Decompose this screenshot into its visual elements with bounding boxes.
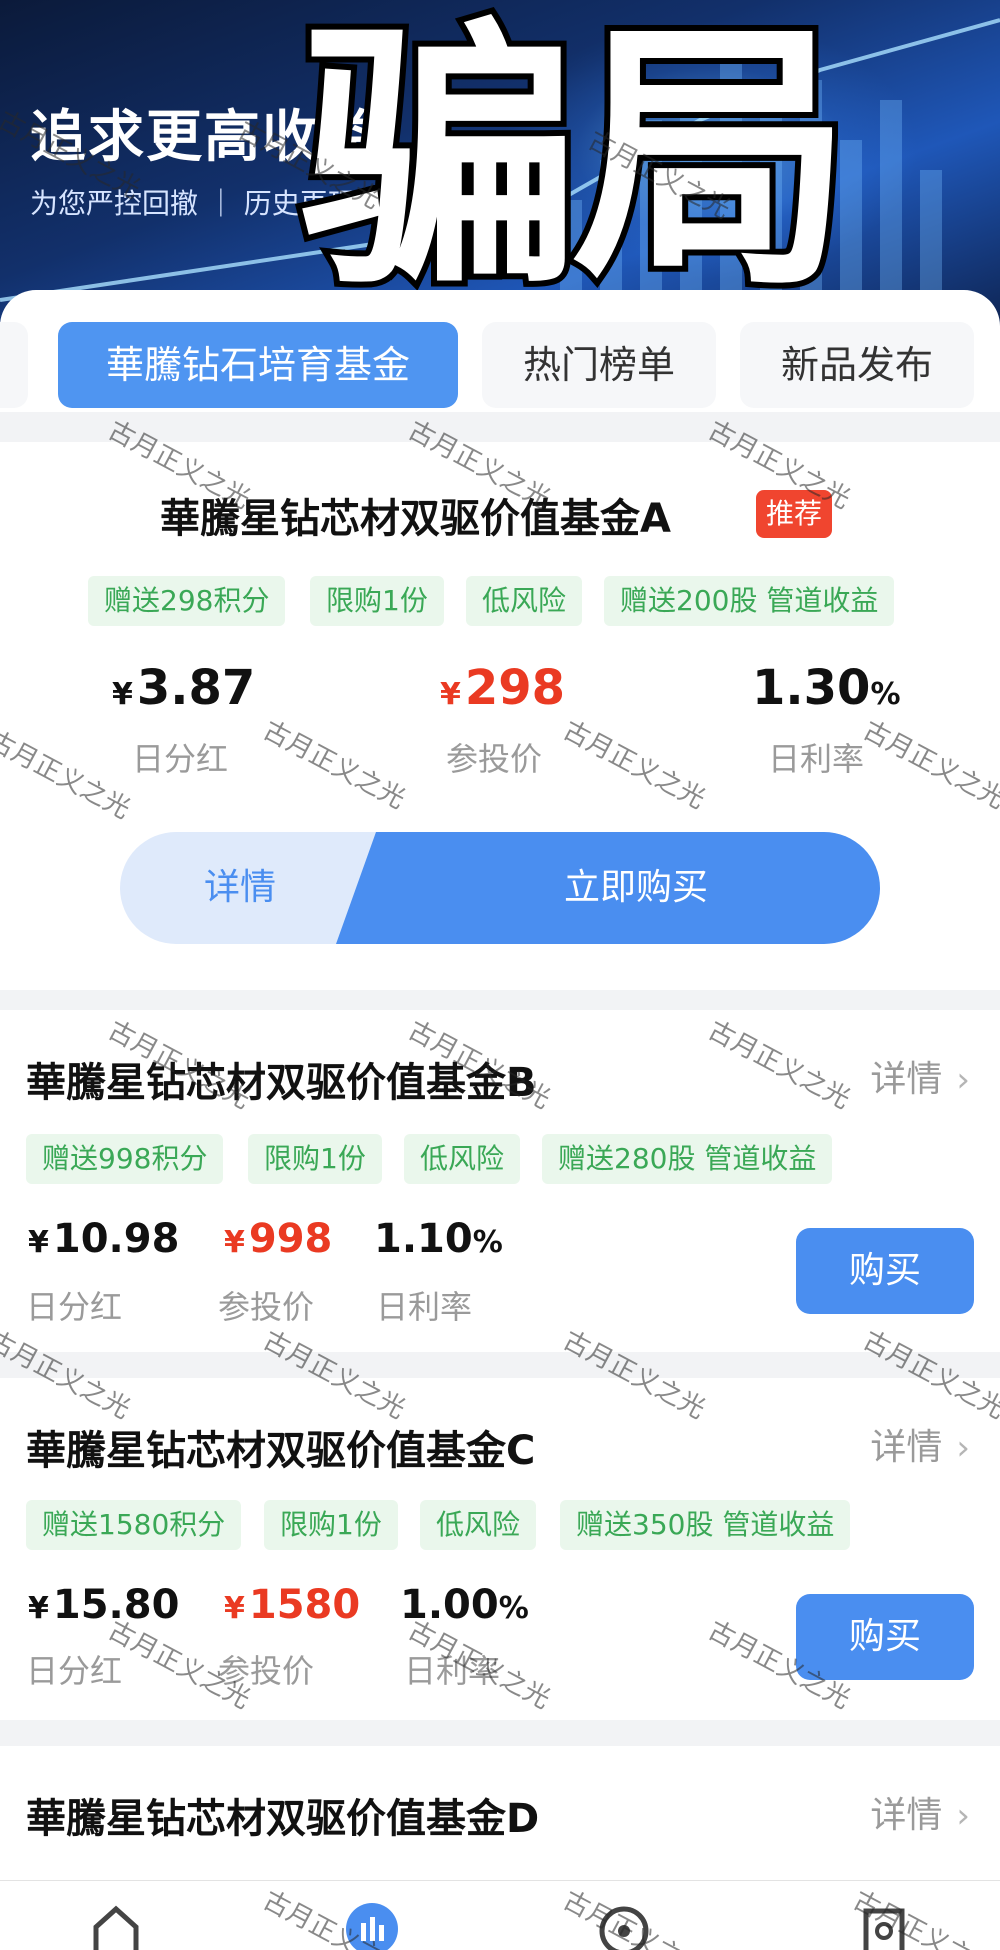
investment-price-label: 参投价	[218, 1652, 315, 1690]
tag: 限购1份	[248, 1134, 382, 1184]
profile-icon[interactable]	[856, 1899, 912, 1950]
tag: 赠送1580积分	[26, 1500, 242, 1550]
investment-price-value: ¥1580	[224, 1582, 361, 1628]
product-title: 華騰星钻芯材双驱价值基金D	[26, 1796, 540, 1842]
chevron-right-icon: ›	[956, 1428, 970, 1468]
daily-dividend-value: ¥15.80	[28, 1582, 180, 1628]
bottom-nav	[0, 1880, 1000, 1950]
product-card: 華騰星钻芯材双驱价值基金C 详情 › 赠送1580积分 限购1份 低风险 赠送35…	[0, 1378, 1000, 1720]
product-title: 華騰星钻芯材双驱价值基金B	[26, 1060, 537, 1106]
tag: 赠送298积分	[88, 576, 286, 626]
chevron-right-icon: ›	[956, 1796, 970, 1836]
investment-price-label: 参投价	[218, 1288, 315, 1326]
daily-rate-label: 日利率	[404, 1652, 501, 1690]
daily-dividend-label: 日分红	[26, 1652, 123, 1690]
tab-edge	[0, 322, 28, 408]
tab-hot-list[interactable]: 热门榜单	[482, 322, 716, 408]
detail-link[interactable]: 详情 ›	[870, 1050, 970, 1102]
compass-icon[interactable]	[596, 1899, 652, 1950]
daily-rate-label: 日利率	[768, 740, 865, 778]
daily-rate-value: 1.10%	[374, 1216, 503, 1262]
daily-rate-label: 日利率	[376, 1288, 473, 1326]
buy-button[interactable]: 购买	[796, 1594, 974, 1680]
daily-rate-value: 1.30%	[752, 660, 901, 716]
tag: 赠送998积分	[26, 1134, 224, 1184]
buy-button[interactable]: 购买	[796, 1228, 974, 1314]
product-card: 華騰星钻芯材双驱价值基金D 详情 ›	[0, 1746, 1000, 1880]
detail-link[interactable]: 详情 ›	[870, 1418, 970, 1470]
investment-price-label: 参投价	[446, 740, 543, 778]
tab-diamond-fund[interactable]: 華騰钻石培育基金	[58, 322, 458, 408]
category-tabs: 華騰钻石培育基金 热门榜单 新品发布	[0, 322, 1000, 410]
chart-icon[interactable]	[344, 1899, 400, 1950]
tag: 赠送350股 管道收益	[560, 1500, 851, 1550]
section-divider	[0, 412, 1000, 442]
product-title: 華騰星钻芯材双驱价值基金A	[160, 496, 671, 542]
tag: 限购1份	[264, 1500, 398, 1550]
detail-button[interactable]: 详情	[120, 832, 360, 944]
recommend-badge: 推荐	[756, 490, 833, 538]
tag: 赠送280股 管道收益	[542, 1134, 833, 1184]
product-title: 華騰星钻芯材双驱价值基金C	[26, 1428, 536, 1474]
tab-new-release[interactable]: 新品发布	[740, 322, 974, 408]
hero-banner: 追求更高收益 为您严控回撤 ｜ 历史再现 骗局	[0, 0, 1000, 330]
chevron-right-icon: ›	[956, 1060, 970, 1100]
investment-price-value: ¥998	[224, 1216, 333, 1262]
home-icon[interactable]	[88, 1899, 144, 1950]
tag: 赠送200股 管道收益	[604, 576, 895, 626]
tag: 限购1份	[310, 576, 444, 626]
tag: 低风险	[466, 576, 583, 626]
featured-product-card: 華騰星钻芯材双驱价值基金A 推荐 赠送298积分 限购1份 低风险 赠送200股…	[0, 442, 1000, 990]
daily-dividend-label: 日分红	[26, 1288, 123, 1326]
product-card: 華騰星钻芯材双驱价值基金B 详情 › 赠送998积分 限购1份 低风险 赠送280…	[0, 1010, 1000, 1352]
tag: 低风险	[420, 1500, 537, 1550]
scam-overlay-text: 骗局	[294, 0, 858, 323]
detail-link[interactable]: 详情 ›	[870, 1786, 970, 1838]
daily-dividend-value: ¥3.87	[112, 660, 256, 716]
daily-dividend-value: ¥10.98	[28, 1216, 180, 1262]
daily-rate-value: 1.00%	[400, 1582, 529, 1628]
investment-price-value: ¥298	[440, 660, 566, 716]
buy-now-button[interactable]: 立即购买	[336, 832, 880, 944]
action-pill: 详情 立即购买	[120, 832, 880, 944]
daily-dividend-label: 日分红	[132, 740, 229, 778]
tag: 低风险	[404, 1134, 521, 1184]
